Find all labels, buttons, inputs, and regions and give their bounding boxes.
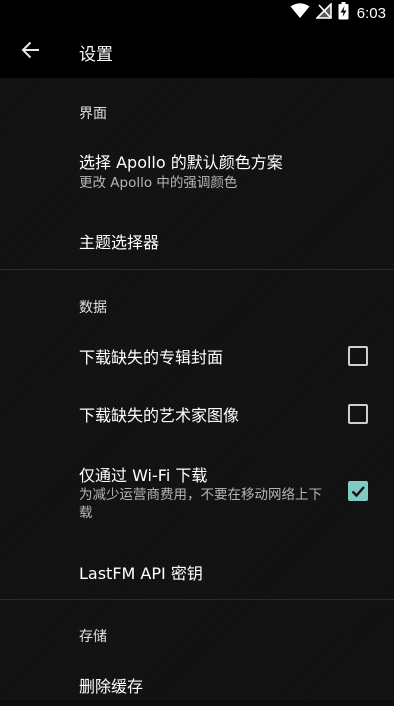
arrow-back-icon — [21, 40, 41, 64]
pref-download-artist-images[interactable]: 下载缺失的艺术家图像 — [0, 386, 394, 442]
pref-color-scheme[interactable]: 选择 Apollo 的默认颜色方案 更改 Apollo 中的强调颜色 — [0, 134, 394, 206]
pref-lastfm-key[interactable]: LastFM API 密钥 — [0, 544, 394, 598]
no-signal-icon — [314, 2, 332, 23]
pref-wifi-only-title: 仅通过 Wi-Fi 下载 — [79, 466, 208, 485]
pref-download-artwork[interactable]: 下载缺失的专辑封面 — [0, 328, 394, 384]
pref-download-artist-images-title: 下载缺失的艺术家图像 — [79, 406, 240, 425]
wifi-only-checkbox[interactable] — [348, 481, 368, 501]
download-artwork-checkbox[interactable] — [348, 346, 368, 366]
app-toolbar: 设置 — [0, 26, 394, 78]
pref-wifi-only[interactable]: 仅通过 Wi-Fi 下载 为减少运营商费用，不要在移动网络上下载 — [0, 446, 394, 536]
wifi-icon — [290, 3, 310, 23]
pref-theme-chooser[interactable]: 主题选择器 — [0, 214, 394, 266]
section-header-storage: 存储 — [79, 629, 107, 645]
status-icons: 6:03 — [290, 2, 386, 24]
status-bar: 6:03 — [0, 0, 394, 26]
section-header-data: 数据 — [79, 300, 107, 316]
pref-color-scheme-summary: 更改 Apollo 中的强调颜色 — [79, 175, 238, 191]
back-button[interactable] — [10, 31, 52, 73]
pref-delete-cache-title: 删除缓存 — [79, 677, 144, 696]
download-artist-images-checkbox[interactable] — [348, 404, 368, 424]
pref-theme-chooser-title: 主题选择器 — [79, 233, 160, 252]
page-title: 设置 — [79, 45, 113, 65]
clock-time: 6:03 — [356, 4, 386, 22]
pref-delete-cache[interactable]: 删除缓存 — [0, 658, 394, 706]
preferences-list: 界面 选择 Apollo 的默认颜色方案 更改 Apollo 中的强调颜色 主题… — [0, 78, 394, 700]
pref-wifi-only-summary: 为减少运营商费用，不要在移动网络上下载 — [79, 487, 322, 521]
pref-download-artwork-title: 下载缺失的专辑封面 — [79, 348, 224, 367]
section-divider — [0, 599, 394, 600]
pref-lastfm-key-title: LastFM API 密钥 — [79, 564, 203, 583]
section-divider — [0, 269, 394, 270]
settings-screen: 6:03 设置 界面 选择 Apollo 的默认颜色方案 更改 Apollo 中… — [0, 0, 394, 700]
battery-charging-icon — [338, 2, 349, 24]
section-header-interface: 界面 — [79, 106, 107, 122]
pref-color-scheme-title: 选择 Apollo 的默认颜色方案 — [79, 153, 283, 172]
